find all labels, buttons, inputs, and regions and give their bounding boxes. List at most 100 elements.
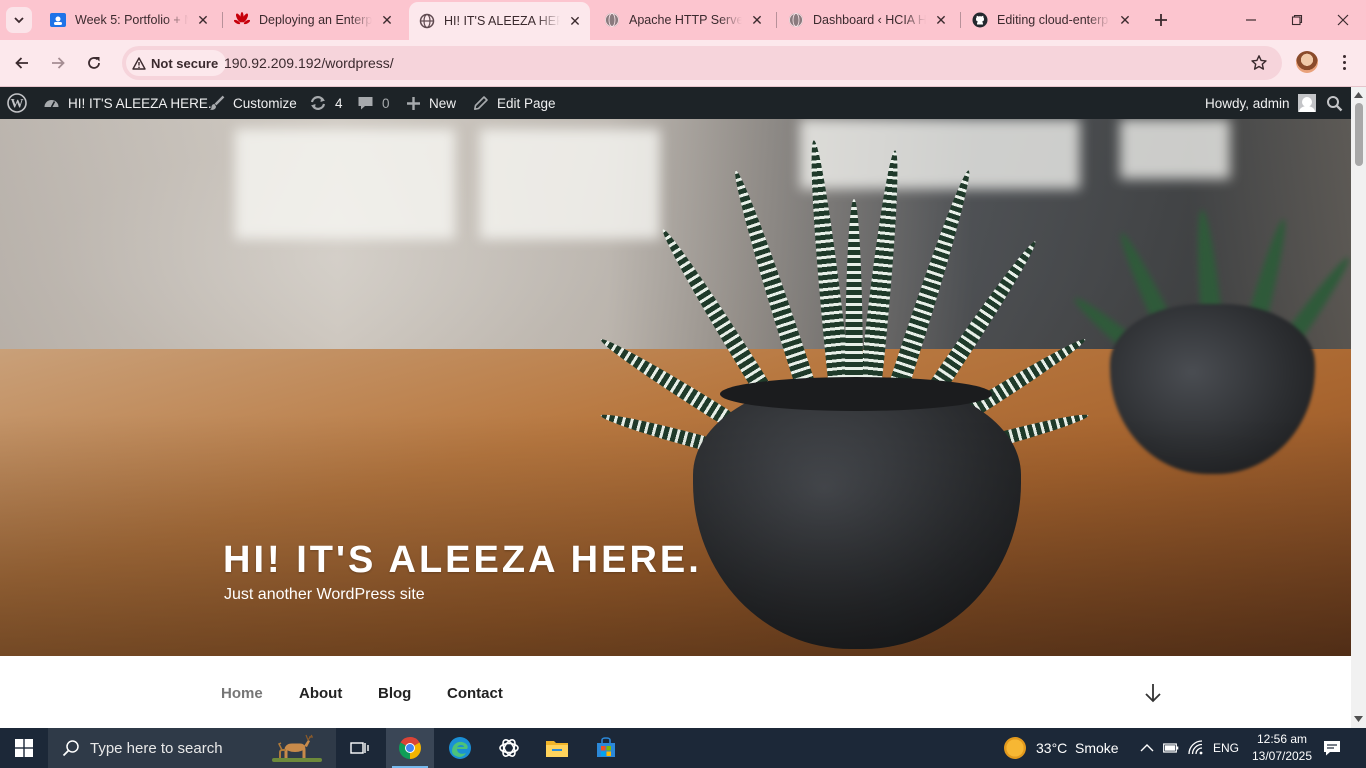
- dashboard-icon: [44, 99, 59, 107]
- clock[interactable]: 12:56 am 13/07/2025: [1242, 731, 1322, 765]
- windows-icon: [15, 739, 33, 757]
- browser-menu-button[interactable]: [1334, 52, 1354, 72]
- address-bar[interactable]: Not secure 190.92.209.192/wordpress/: [122, 46, 1282, 80]
- browser-tab[interactable]: Deploying an Enterpr ✕: [224, 4, 402, 36]
- close-icon[interactable]: ✕: [378, 11, 396, 29]
- site-title[interactable]: HI! IT'S ALEEZA HERE.: [223, 539, 702, 582]
- customize-link[interactable]: Customize: [209, 87, 297, 119]
- admin-search-button[interactable]: [1326, 87, 1351, 119]
- task-view-icon: [350, 742, 369, 754]
- close-icon[interactable]: ✕: [932, 11, 950, 29]
- paintbrush-icon: [210, 95, 225, 110]
- close-icon[interactable]: ✕: [566, 12, 584, 30]
- search-icon: [1327, 95, 1343, 111]
- search-icon: [62, 740, 79, 757]
- restore-icon: [1291, 14, 1303, 26]
- security-indicator[interactable]: Not secure: [126, 50, 227, 76]
- scroll-down-arrow-icon[interactable]: [1143, 682, 1163, 704]
- chatgpt-icon: [499, 739, 519, 757]
- site-navigation: Home About Blog Contact: [0, 656, 1351, 728]
- close-icon[interactable]: ✕: [194, 11, 212, 29]
- close-icon[interactable]: ✕: [1116, 11, 1134, 29]
- chevron-down-icon: [14, 17, 24, 24]
- browser-tab[interactable]: Dashboard ‹ HCIA HE ✕: [778, 4, 956, 36]
- nav-item-about[interactable]: About: [299, 685, 342, 702]
- comments-link[interactable]: 0: [357, 87, 390, 119]
- nav-item-home[interactable]: Home: [221, 685, 263, 702]
- my-account-link[interactable]: Howdy, admin: [1205, 87, 1316, 119]
- restore-button[interactable]: [1274, 0, 1320, 40]
- browser-tab[interactable]: Editing cloud-enterp ✕: [962, 4, 1140, 36]
- updates-link[interactable]: 4: [309, 87, 343, 119]
- wordpress-icon: W: [7, 93, 27, 113]
- forward-button[interactable]: [45, 50, 71, 76]
- weather-icon[interactable]: [1004, 737, 1026, 759]
- profile-avatar[interactable]: [1296, 51, 1318, 73]
- chevron-up-icon[interactable]: [1140, 742, 1154, 754]
- pencil-icon: [474, 96, 488, 110]
- browser-toolbar: Not secure 190.92.209.192/wordpress/: [0, 40, 1366, 87]
- battery-icon[interactable]: [1163, 742, 1179, 754]
- new-tab-button[interactable]: [1150, 9, 1172, 31]
- browser-tab-active[interactable]: HI! IT'S ALEEZA HERE ✕: [409, 2, 590, 40]
- arrow-left-icon: [15, 57, 28, 69]
- wordpress-logo-button[interactable]: W: [7, 87, 35, 119]
- edge-taskbar-button[interactable]: [436, 728, 484, 768]
- tab-search-button[interactable]: [6, 7, 32, 33]
- plus-icon: [1155, 14, 1167, 26]
- wifi-icon[interactable]: [1188, 740, 1204, 756]
- task-view-button[interactable]: [336, 728, 384, 768]
- github-icon: [972, 12, 988, 28]
- scrollbar-thumb[interactable]: [1355, 103, 1363, 166]
- chrome-taskbar-button[interactable]: [386, 728, 434, 768]
- edit-page-link[interactable]: Edit Page: [473, 87, 556, 119]
- microsoft-store-icon: [597, 737, 615, 757]
- weather-description[interactable]: Smoke: [1075, 740, 1119, 756]
- close-icon[interactable]: ✕: [748, 11, 766, 29]
- new-content-link[interactable]: New: [406, 87, 456, 119]
- file-explorer-taskbar-button[interactable]: [533, 728, 581, 768]
- start-button[interactable]: [0, 728, 48, 768]
- scroll-up-icon[interactable]: [1354, 92, 1363, 98]
- close-window-button[interactable]: [1320, 0, 1366, 40]
- refresh-icon: [310, 96, 326, 110]
- bookmark-star-icon[interactable]: [1250, 54, 1268, 72]
- edge-icon: [449, 737, 471, 759]
- comment-icon: [358, 97, 373, 110]
- globe-icon: [604, 12, 620, 28]
- globe-icon: [788, 12, 804, 28]
- search-highlight-deer-icon: [272, 734, 322, 762]
- chrome-icon: [399, 737, 421, 759]
- minimize-icon: [1246, 19, 1256, 21]
- reload-icon: [88, 57, 100, 69]
- weather-temperature[interactable]: 33°C: [1036, 740, 1067, 756]
- plus-icon: [407, 96, 420, 110]
- nav-item-blog[interactable]: Blog: [378, 685, 411, 702]
- avatar: [1297, 94, 1316, 112]
- reload-button[interactable]: [81, 50, 107, 76]
- url-text[interactable]: 190.92.209.192/wordpress/: [224, 55, 394, 71]
- notification-icon[interactable]: [1322, 738, 1342, 758]
- browser-tab[interactable]: Apache HTTP Server ✕: [594, 4, 772, 36]
- nav-item-contact[interactable]: Contact: [447, 685, 503, 702]
- admin-site-name[interactable]: HI! IT'S ALEEZA HERE.: [43, 87, 212, 119]
- file-explorer-icon: [546, 741, 568, 757]
- huawei-icon: [234, 12, 250, 28]
- microsoft-store-taskbar-button[interactable]: [582, 728, 630, 768]
- windows-taskbar: Type here to search 33°C Smoke ENG 12:56…: [0, 728, 1366, 768]
- site-tagline: Just another WordPress site: [224, 586, 425, 603]
- globe-icon: [419, 13, 435, 29]
- minimize-button[interactable]: [1228, 0, 1274, 40]
- page-scrollbar[interactable]: [1351, 87, 1366, 728]
- language-indicator[interactable]: ENG: [1213, 741, 1239, 755]
- warning-icon: [132, 56, 146, 70]
- close-icon: [1337, 14, 1349, 26]
- arrow-right-icon: [52, 57, 65, 69]
- google-classroom-icon: [50, 12, 66, 28]
- wp-admin-bar: W HI! IT'S ALEEZA HERE. Customize 4 0 Ne…: [0, 87, 1366, 119]
- browser-tab-strip: Week 5: Portfolio + M ✕ Deploying an Ent…: [0, 0, 1366, 40]
- browser-tab[interactable]: Week 5: Portfolio + M ✕: [40, 4, 218, 36]
- chatgpt-taskbar-button[interactable]: [485, 728, 533, 768]
- back-button[interactable]: [9, 50, 35, 76]
- scroll-down-icon[interactable]: [1354, 716, 1363, 722]
